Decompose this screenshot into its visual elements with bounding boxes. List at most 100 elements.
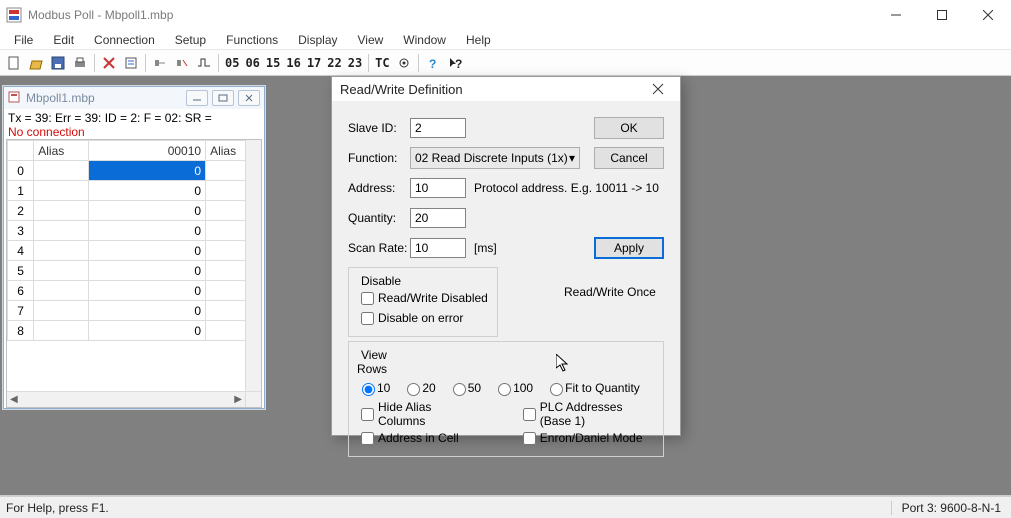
scan-rate-input[interactable] — [410, 238, 466, 258]
table-row[interactable]: 20 — [8, 201, 261, 221]
table-row[interactable]: 10 — [8, 181, 261, 201]
help-icon[interactable]: ? — [423, 53, 443, 73]
cell-value[interactable]: 0 — [89, 321, 206, 341]
cell-value[interactable]: 0 — [89, 241, 206, 261]
close-button[interactable] — [965, 0, 1011, 30]
toolbar-code-16[interactable]: 16 — [284, 56, 302, 70]
cell-value[interactable]: 0 — [89, 181, 206, 201]
context-help-icon[interactable]: ? — [445, 53, 465, 73]
toolbar-code-tc[interactable]: TC — [373, 56, 391, 70]
read-write-once-button[interactable]: Read/Write Once — [564, 285, 664, 299]
data-table[interactable]: Alias 00010 Alias 001020304050607080 ◀ ▶ — [6, 139, 262, 408]
cell-value[interactable]: 0 — [89, 261, 206, 281]
menu-functions[interactable]: Functions — [216, 31, 288, 49]
table-row[interactable]: 50 — [8, 261, 261, 281]
table-row[interactable]: 40 — [8, 241, 261, 261]
delete-icon[interactable] — [99, 53, 119, 73]
separator — [94, 54, 95, 72]
print-icon[interactable] — [70, 53, 90, 73]
cell-value[interactable]: 0 — [89, 161, 206, 181]
cell-alias[interactable] — [34, 301, 89, 321]
hide-alias-checkbox[interactable]: Hide Alias Columns — [357, 404, 469, 424]
dialog-titlebar[interactable]: Read/Write Definition — [332, 77, 680, 101]
rows-radio-10[interactable]: 10 — [357, 380, 390, 396]
pulse-icon[interactable] — [194, 53, 214, 73]
table-row[interactable]: 30 — [8, 221, 261, 241]
cancel-button[interactable]: Cancel — [594, 147, 664, 169]
toolbar-code-23[interactable]: 23 — [346, 56, 364, 70]
scroll-right-arrow-icon[interactable]: ▶ — [231, 394, 245, 405]
scroll-left-arrow-icon[interactable]: ◀ — [7, 394, 21, 405]
toolbar-code-15[interactable]: 15 — [264, 56, 282, 70]
cell-alias[interactable] — [34, 161, 89, 181]
cell-alias[interactable] — [34, 321, 89, 341]
toolbar-code-05[interactable]: 05 — [223, 56, 241, 70]
address-in-cell-checkbox[interactable]: Address in Cell — [357, 428, 469, 448]
cell-alias[interactable] — [34, 201, 89, 221]
cell-value[interactable]: 0 — [89, 201, 206, 221]
header-value[interactable]: 00010 — [89, 141, 206, 161]
menu-setup[interactable]: Setup — [165, 31, 216, 49]
disable-on-error-checkbox[interactable]: Disable on error — [357, 308, 489, 328]
function-combobox[interactable]: 02 Read Discrete Inputs (1x) ▾ — [410, 147, 580, 169]
separator — [145, 54, 146, 72]
table-row[interactable]: 80 — [8, 321, 261, 341]
plc-base1-checkbox[interactable]: PLC Addresses (Base 1) — [519, 404, 655, 424]
cell-alias[interactable] — [34, 261, 89, 281]
maximize-button[interactable] — [919, 0, 965, 30]
menu-display[interactable]: Display — [288, 31, 347, 49]
window-title: Modbus Poll - Mbpoll1.mbp — [28, 8, 873, 22]
scrollbar-horizontal[interactable]: ◀ ▶ — [7, 391, 245, 407]
cell-alias[interactable] — [34, 221, 89, 241]
cell-alias[interactable] — [34, 181, 89, 201]
menu-help[interactable]: Help — [456, 31, 501, 49]
toolbar-code-17[interactable]: 17 — [305, 56, 323, 70]
scrollbar-vertical[interactable] — [245, 140, 261, 391]
cell-value[interactable]: 0 — [89, 221, 206, 241]
dialog-close-button[interactable] — [644, 77, 672, 101]
table-row[interactable]: 60 — [8, 281, 261, 301]
toolbar-code-06[interactable]: 06 — [243, 56, 261, 70]
new-icon[interactable] — [4, 53, 24, 73]
scan-rate-label: Scan Rate: — [348, 241, 410, 255]
row-header: 2 — [8, 201, 34, 221]
apply-button[interactable]: Apply — [594, 237, 664, 259]
header-alias[interactable]: Alias — [34, 141, 89, 161]
menu-view[interactable]: View — [348, 31, 394, 49]
address-input[interactable] — [410, 178, 466, 198]
rows-radio-50[interactable]: 50 — [448, 380, 481, 396]
dialog-title: Read/Write Definition — [340, 82, 644, 97]
minimize-button[interactable] — [873, 0, 919, 30]
table-row[interactable]: 70 — [8, 301, 261, 321]
cell-value[interactable]: 0 — [89, 281, 206, 301]
enron-mode-checkbox[interactable]: Enron/Daniel Mode — [519, 428, 655, 448]
disconnect-icon[interactable] — [172, 53, 192, 73]
rows-radio-fit-to-quantity[interactable]: Fit to Quantity — [545, 380, 640, 396]
menu-window[interactable]: Window — [393, 31, 456, 49]
table-row[interactable]: 00 — [8, 161, 261, 181]
menu-edit[interactable]: Edit — [43, 31, 84, 49]
cell-alias[interactable] — [34, 281, 89, 301]
properties-icon[interactable] — [121, 53, 141, 73]
child-minimize-button[interactable] — [186, 90, 208, 106]
connect-icon[interactable] — [150, 53, 170, 73]
open-icon[interactable] — [26, 53, 46, 73]
cell-alias[interactable] — [34, 241, 89, 261]
child-maximize-button[interactable] — [212, 90, 234, 106]
menu-connection[interactable]: Connection — [84, 31, 165, 49]
save-icon[interactable] — [48, 53, 68, 73]
slave-id-input[interactable] — [410, 118, 466, 138]
quantity-input[interactable] — [410, 208, 466, 228]
cell-value[interactable]: 0 — [89, 301, 206, 321]
row-header: 8 — [8, 321, 34, 341]
rw-disabled-checkbox[interactable]: Read/Write Disabled — [357, 288, 489, 308]
menu-file[interactable]: File — [4, 31, 43, 49]
svg-text:?: ? — [429, 57, 436, 70]
ok-button[interactable]: OK — [594, 117, 664, 139]
rows-radio-20[interactable]: 20 — [402, 380, 435, 396]
toolbar-code-22[interactable]: 22 — [325, 56, 343, 70]
settings-icon[interactable] — [394, 53, 414, 73]
child-close-button[interactable] — [238, 90, 260, 106]
rows-radio-100[interactable]: 100 — [493, 380, 533, 396]
child-titlebar[interactable]: Mbpoll1.mbp — [4, 87, 264, 109]
